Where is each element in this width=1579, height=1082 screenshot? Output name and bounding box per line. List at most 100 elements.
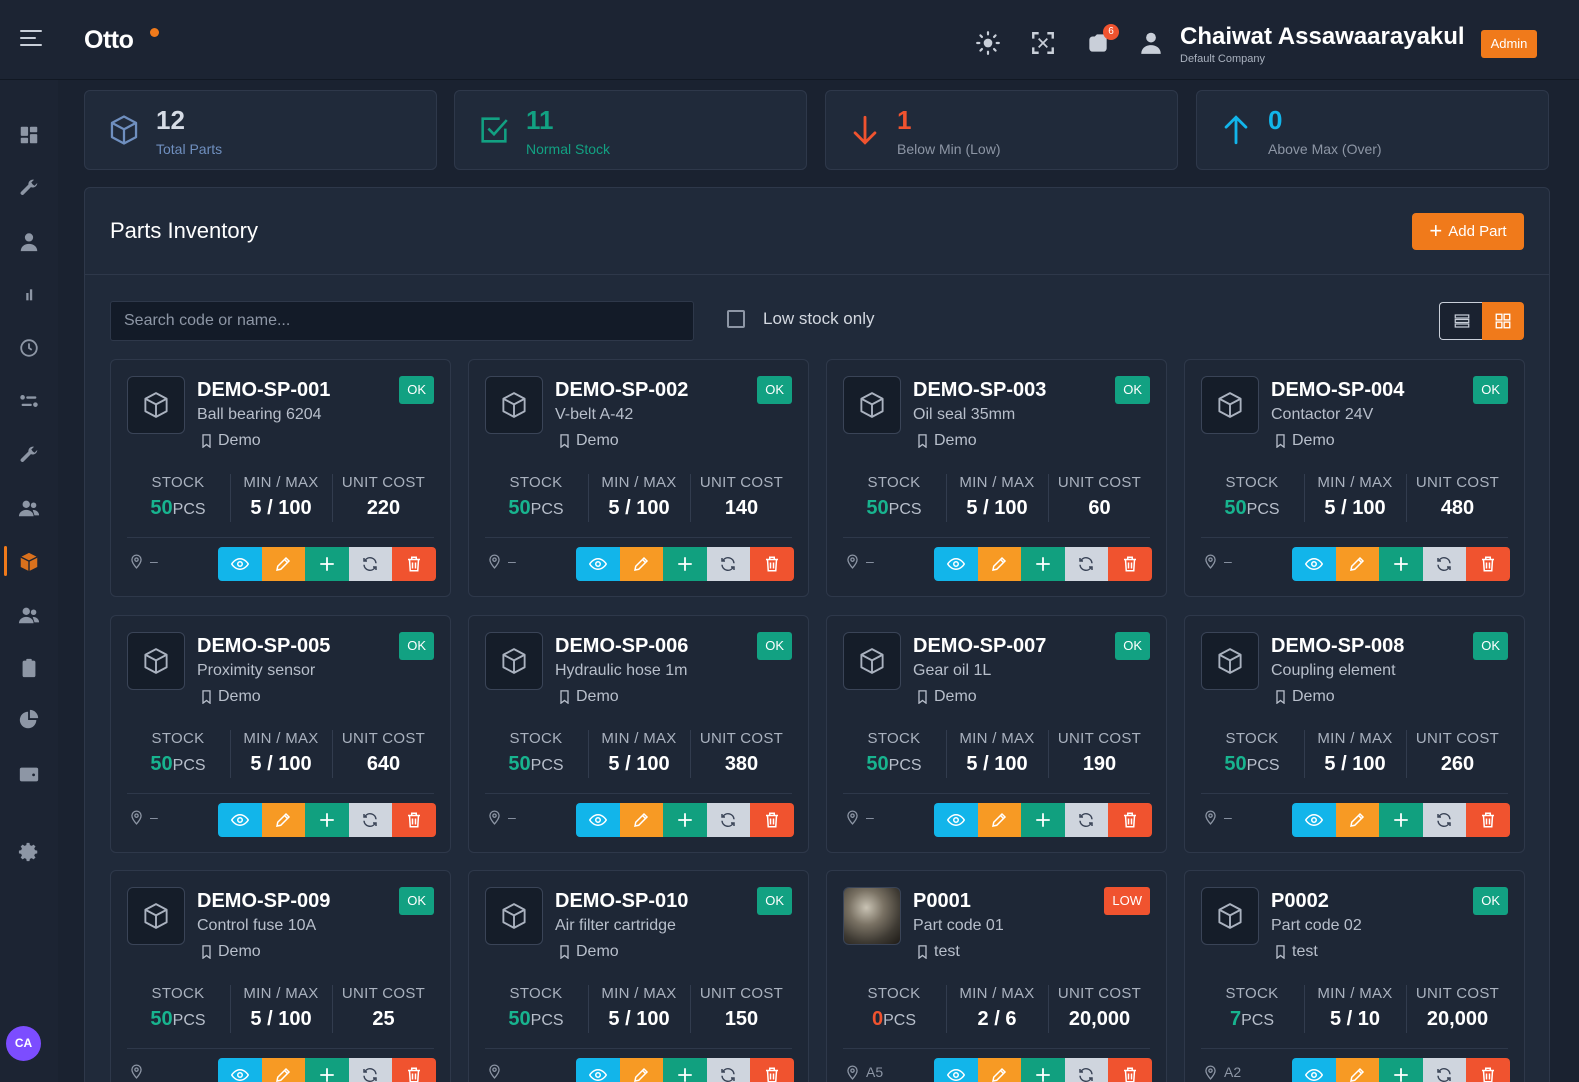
view-button[interactable] (576, 547, 620, 581)
part-card-demo-sp-008[interactable]: DEMO-SP-008 Coupling element Demo OK STO… (1184, 615, 1525, 853)
view-button[interactable] (1292, 803, 1336, 837)
add-stock-button[interactable] (305, 1058, 349, 1082)
view-button[interactable] (576, 1058, 620, 1082)
add-stock-button[interactable] (1021, 1058, 1065, 1082)
edit-button[interactable] (1335, 803, 1379, 837)
add-stock-button[interactable] (663, 547, 707, 581)
flow-icon[interactable] (15, 387, 43, 415)
low-stock-checkbox[interactable] (727, 310, 745, 328)
menu-icon[interactable] (20, 30, 42, 50)
edit-button[interactable] (1335, 547, 1379, 581)
delete-button[interactable] (392, 547, 436, 581)
adjust-stock-button[interactable] (1064, 1058, 1108, 1082)
bin-location (131, 1064, 150, 1079)
view-button[interactable] (218, 547, 262, 581)
delete-button[interactable] (1108, 1058, 1152, 1082)
add-stock-button[interactable] (663, 1058, 707, 1082)
view-button[interactable] (1292, 547, 1336, 581)
edit-button[interactable] (619, 1058, 663, 1082)
avatar[interactable]: CA (6, 1026, 41, 1061)
chart-icon[interactable] (15, 279, 43, 307)
delete-button[interactable] (1466, 547, 1510, 581)
low-stock-label[interactable]: Low stock only (763, 309, 875, 329)
view-button[interactable] (934, 547, 978, 581)
edit-button[interactable] (977, 547, 1021, 581)
search-input[interactable] (110, 301, 694, 341)
part-card-p0001[interactable]: P0001 Part code 01 test LOW STOCK 0PCS M… (826, 870, 1167, 1082)
clipboard-icon[interactable] (15, 654, 43, 682)
add-stock-button[interactable] (1379, 1058, 1423, 1082)
edit-button[interactable] (977, 803, 1021, 837)
delete-button[interactable] (392, 803, 436, 837)
box-icon[interactable] (15, 548, 43, 576)
tools-icon[interactable] (15, 441, 43, 469)
edit-button[interactable] (619, 803, 663, 837)
delete-button[interactable] (1108, 547, 1152, 581)
team-icon[interactable] (15, 494, 43, 522)
fullscreen-icon[interactable] (1030, 30, 1056, 56)
add-stock-button[interactable] (1379, 803, 1423, 837)
adjust-stock-button[interactable] (1422, 547, 1466, 581)
delete-button[interactable] (1466, 803, 1510, 837)
dashboard-icon[interactable] (15, 121, 43, 149)
add-stock-button[interactable] (1021, 547, 1065, 581)
part-card-demo-sp-010[interactable]: DEMO-SP-010 Air filter cartridge Demo OK… (468, 870, 809, 1082)
user-icon[interactable] (15, 228, 43, 256)
part-card-demo-sp-005[interactable]: DEMO-SP-005 Proximity sensor Demo OK STO… (110, 615, 451, 853)
adjust-stock-button[interactable] (348, 1058, 392, 1082)
add-stock-button[interactable] (305, 547, 349, 581)
delete-button[interactable] (750, 1058, 794, 1082)
edit-button[interactable] (261, 547, 305, 581)
adjust-stock-button[interactable] (1064, 803, 1108, 837)
view-button[interactable] (934, 1058, 978, 1082)
adjust-stock-button[interactable] (1064, 547, 1108, 581)
adjust-stock-button[interactable] (348, 803, 392, 837)
user-icon[interactable] (1138, 30, 1164, 56)
history-icon[interactable] (15, 334, 43, 362)
edit-button[interactable] (619, 547, 663, 581)
settings-icon[interactable] (15, 838, 43, 866)
adjust-stock-button[interactable] (706, 547, 750, 581)
sun-icon[interactable] (975, 30, 1001, 56)
part-card-demo-sp-007[interactable]: DEMO-SP-007 Gear oil 1L Demo OK STOCK 50… (826, 615, 1167, 853)
part-card-demo-sp-003[interactable]: DEMO-SP-003 Oil seal 35mm Demo OK STOCK … (826, 359, 1167, 597)
delete-button[interactable] (1108, 803, 1152, 837)
edit-button[interactable] (261, 1058, 305, 1082)
list-view-button[interactable] (1439, 302, 1483, 340)
add-stock-button[interactable] (663, 803, 707, 837)
add-stock-button[interactable] (1021, 803, 1065, 837)
app-logo[interactable]: Otto (84, 26, 134, 55)
part-card-p0002[interactable]: P0002 Part code 02 test OK STOCK 7PCS MI… (1184, 870, 1525, 1082)
view-button[interactable] (218, 1058, 262, 1082)
view-button[interactable] (934, 803, 978, 837)
edit-button[interactable] (977, 1058, 1021, 1082)
user-name[interactable]: Chaiwat Assawaarayakul (1180, 23, 1465, 51)
part-card-demo-sp-002[interactable]: DEMO-SP-002 V-belt A-42 Demo OK STOCK 50… (468, 359, 809, 597)
add-stock-button[interactable] (305, 803, 349, 837)
add-stock-button[interactable] (1379, 547, 1423, 581)
view-button[interactable] (576, 803, 620, 837)
view-button[interactable] (218, 803, 262, 837)
wallet-icon[interactable] (15, 760, 43, 788)
delete-button[interactable] (750, 803, 794, 837)
wrench-icon[interactable] (15, 174, 43, 202)
adjust-stock-button[interactable] (348, 547, 392, 581)
pie-icon[interactable] (15, 706, 43, 734)
adjust-stock-button[interactable] (1422, 1058, 1466, 1082)
part-card-demo-sp-009[interactable]: DEMO-SP-009 Control fuse 10A Demo OK STO… (110, 870, 451, 1082)
part-card-demo-sp-004[interactable]: DEMO-SP-004 Contactor 24V Demo OK STOCK … (1184, 359, 1525, 597)
add-part-button[interactable]: + Add Part (1412, 213, 1524, 250)
adjust-stock-button[interactable] (706, 1058, 750, 1082)
delete-button[interactable] (392, 1058, 436, 1082)
part-card-demo-sp-001[interactable]: DEMO-SP-001 Ball bearing 6204 Demo OK ST… (110, 359, 451, 597)
edit-button[interactable] (1335, 1058, 1379, 1082)
users-icon[interactable] (15, 601, 43, 629)
delete-button[interactable] (750, 547, 794, 581)
delete-button[interactable] (1466, 1058, 1510, 1082)
grid-view-button[interactable] (1482, 302, 1524, 340)
adjust-stock-button[interactable] (706, 803, 750, 837)
edit-button[interactable] (261, 803, 305, 837)
part-card-demo-sp-006[interactable]: DEMO-SP-006 Hydraulic hose 1m Demo OK ST… (468, 615, 809, 853)
view-button[interactable] (1292, 1058, 1336, 1082)
adjust-stock-button[interactable] (1422, 803, 1466, 837)
